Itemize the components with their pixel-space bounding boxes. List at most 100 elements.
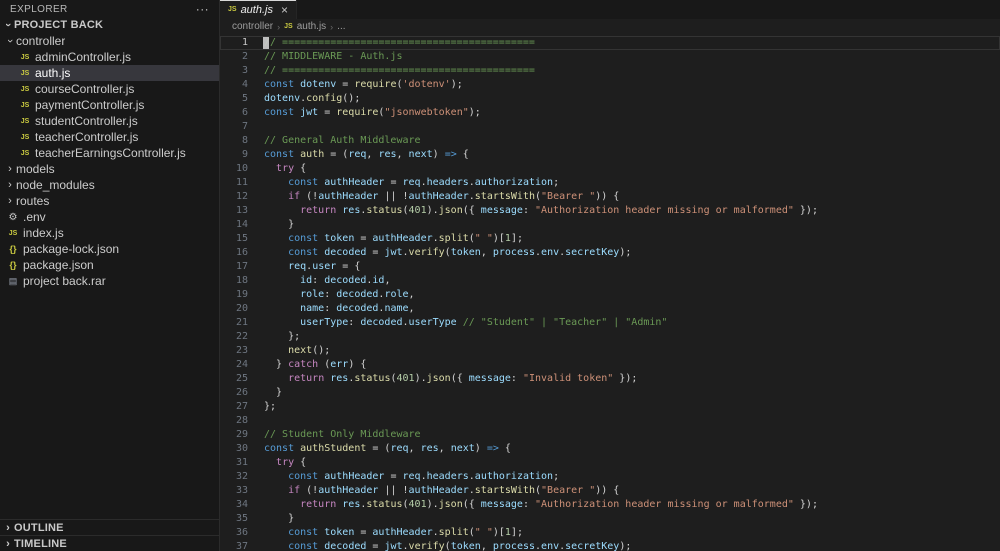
json-icon: {} bbox=[9, 260, 17, 270]
code-line-27[interactable]: 27}; bbox=[220, 400, 1000, 414]
code-text: next(); bbox=[288, 345, 331, 356]
code-text: } bbox=[264, 387, 283, 398]
line-number: 8 bbox=[241, 135, 248, 146]
code-line-19[interactable]: 19 role: decoded.role, bbox=[220, 288, 1000, 302]
outline-section-header[interactable]: › OUTLINE bbox=[0, 519, 219, 535]
tree-item--env[interactable]: ⚙ .env bbox=[0, 209, 219, 225]
code-line-24[interactable]: 24 } catch (err) { bbox=[220, 358, 1000, 372]
code-line-21[interactable]: 21 userType: decoded.userType // "Studen… bbox=[220, 316, 1000, 330]
breadcrumb-symbol[interactable]: ... bbox=[337, 21, 345, 32]
code-line-22[interactable]: 22 }; bbox=[220, 330, 1000, 344]
code-line-12[interactable]: 12 if (!authHeader || !authHeader.starts… bbox=[220, 190, 1000, 204]
project-name: PROJECT BACK bbox=[14, 18, 104, 31]
code-line-2[interactable]: 2 // MIDDLEWARE - Auth.js bbox=[220, 50, 1000, 64]
tree-item-studentcontroller-js[interactable]: JS studentController.js bbox=[0, 113, 219, 129]
tree-item-controller[interactable]: › controller bbox=[0, 33, 219, 49]
tree-item-coursecontroller-js[interactable]: JS courseController.js bbox=[0, 81, 219, 97]
js-icon: JS bbox=[284, 23, 293, 30]
js-icon: JS bbox=[20, 101, 30, 109]
breadcrumb-file[interactable]: auth.js bbox=[297, 21, 326, 32]
code-line-3[interactable]: 3 // ====================================… bbox=[220, 64, 1000, 78]
code-line-25[interactable]: 25 return res.status(401).json({ message… bbox=[220, 372, 1000, 386]
code-line-5[interactable]: 5 dotenv.config(); bbox=[220, 92, 1000, 106]
code-line-14[interactable]: 14 } bbox=[220, 218, 1000, 232]
close-icon[interactable]: × bbox=[281, 4, 288, 16]
line-number: 33 bbox=[235, 485, 248, 496]
code-line-32[interactable]: 32 const authHeader = req.headers.author… bbox=[220, 470, 1000, 484]
chevron-right-icon: › bbox=[6, 537, 10, 550]
breadcrumb: controller › JS auth.js › ... bbox=[220, 19, 1000, 34]
json-icon: {} bbox=[9, 244, 17, 254]
breadcrumb-folder[interactable]: controller bbox=[232, 21, 273, 32]
code-line-13[interactable]: 13 return res.status(401).json({ message… bbox=[220, 204, 1000, 218]
line-number: 31 bbox=[235, 457, 248, 468]
timeline-section-header[interactable]: › TIMELINE bbox=[0, 535, 219, 551]
code-line-1[interactable]: 1 // ====================================… bbox=[220, 36, 1000, 50]
tree-item-project-back-rar[interactable]: ▤ project back.rar bbox=[0, 273, 219, 289]
chevron-right-icon: › bbox=[8, 195, 12, 207]
line-number: 25 bbox=[235, 373, 248, 384]
js-icon: JS bbox=[8, 229, 18, 237]
editor-area: JS auth.js × controller › JS auth.js › .… bbox=[220, 0, 1000, 551]
tree-item-teachercontroller-js[interactable]: JS teacherController.js bbox=[0, 129, 219, 145]
code-line-11[interactable]: 11 const authHeader = req.headers.author… bbox=[220, 176, 1000, 190]
tree-item-node-modules[interactable]: › node_modules bbox=[0, 177, 219, 193]
tree-item-admincontroller-js[interactable]: JS adminController.js bbox=[0, 49, 219, 65]
code-line-34[interactable]: 34 return res.status(401).json({ message… bbox=[220, 498, 1000, 512]
tree-item-teacherearningscontroller-js[interactable]: JS teacherEarningsController.js bbox=[0, 145, 219, 161]
code-line-15[interactable]: 15 const token = authHeader.split(" ")[1… bbox=[220, 232, 1000, 246]
code-text: } catch (err) { bbox=[264, 359, 367, 370]
code-line-28[interactable]: 28 bbox=[220, 414, 1000, 428]
breadcrumb-separator: › bbox=[330, 21, 334, 32]
code-line-17[interactable]: 17 req.user = { bbox=[220, 260, 1000, 274]
code-line-30[interactable]: 30 const authStudent = (req, res, next) =… bbox=[220, 442, 1000, 456]
tree-item-routes[interactable]: › routes bbox=[0, 193, 219, 209]
tree-item-label: adminController.js bbox=[35, 50, 132, 64]
line-number: 13 bbox=[235, 205, 248, 216]
line-number: 19 bbox=[235, 289, 248, 300]
tree-item-label: teacherController.js bbox=[35, 130, 139, 144]
line-number: 36 bbox=[235, 527, 248, 538]
archive-icon: ▤ bbox=[8, 275, 18, 286]
code-line-36[interactable]: 36 const token = authHeader.split(" ")[1… bbox=[220, 526, 1000, 540]
line-number: 6 bbox=[241, 107, 248, 118]
code-line-18[interactable]: 18 id: decoded.id, bbox=[220, 274, 1000, 288]
tree-item-label: package.json bbox=[23, 258, 94, 272]
js-icon: JS bbox=[20, 85, 30, 93]
line-number: 35 bbox=[235, 513, 248, 524]
tree-item-label: .env bbox=[23, 210, 46, 224]
code-editor[interactable]: 1 // ====================================… bbox=[220, 34, 1000, 551]
tree-item-label: project back.rar bbox=[23, 274, 106, 288]
tree-item-package-json[interactable]: {} package.json bbox=[0, 257, 219, 273]
tree-item-index-js[interactable]: JS index.js bbox=[0, 225, 219, 241]
code-text: name: decoded.name, bbox=[300, 303, 415, 314]
project-section-header[interactable]: › PROJECT BACK bbox=[0, 16, 219, 33]
code-text: const authStudent = (req, res, next) => … bbox=[264, 443, 511, 454]
tab-auth-js[interactable]: JS auth.js × bbox=[220, 0, 297, 19]
code-line-33[interactable]: 33 if (!authHeader || !authHeader.starts… bbox=[220, 484, 1000, 498]
code-line-31[interactable]: 31 try { bbox=[220, 456, 1000, 470]
code-line-23[interactable]: 23 next(); bbox=[220, 344, 1000, 358]
line-number: 30 bbox=[235, 443, 248, 454]
code-line-8[interactable]: 8 // General Auth Middleware bbox=[220, 134, 1000, 148]
code-line-10[interactable]: 10 try { bbox=[220, 162, 1000, 176]
tree-item-paymentcontroller-js[interactable]: JS paymentController.js bbox=[0, 97, 219, 113]
code-line-26[interactable]: 26 } bbox=[220, 386, 1000, 400]
tree-item-label: models bbox=[16, 162, 55, 176]
line-number: 32 bbox=[235, 471, 248, 482]
code-line-4[interactable]: 4 const dotenv = require('dotenv'); bbox=[220, 78, 1000, 92]
code-text: }; bbox=[264, 401, 277, 412]
more-actions-icon[interactable]: ··· bbox=[196, 3, 209, 15]
code-line-29[interactable]: 29 // Student Only Middleware bbox=[220, 428, 1000, 442]
code-line-20[interactable]: 20 name: decoded.name, bbox=[220, 302, 1000, 316]
code-line-6[interactable]: 6 const jwt = require("jsonwebtoken"); bbox=[220, 106, 1000, 120]
code-line-7[interactable]: 7 bbox=[220, 120, 1000, 134]
tree-item-auth-js[interactable]: JS auth.js bbox=[0, 65, 219, 81]
code-line-35[interactable]: 35 } bbox=[220, 512, 1000, 526]
code-line-16[interactable]: 16 const decoded = jwt.verify(token, pro… bbox=[220, 246, 1000, 260]
code-line-37[interactable]: 37 const decoded = jwt.verify(token, pro… bbox=[220, 540, 1000, 551]
code-line-9[interactable]: 9 const auth = (req, res, next) => { bbox=[220, 148, 1000, 162]
tree-item-models[interactable]: › models bbox=[0, 161, 219, 177]
tree-item-package-lock-json[interactable]: {} package-lock.json bbox=[0, 241, 219, 257]
tree-item-label: package-lock.json bbox=[23, 242, 120, 256]
